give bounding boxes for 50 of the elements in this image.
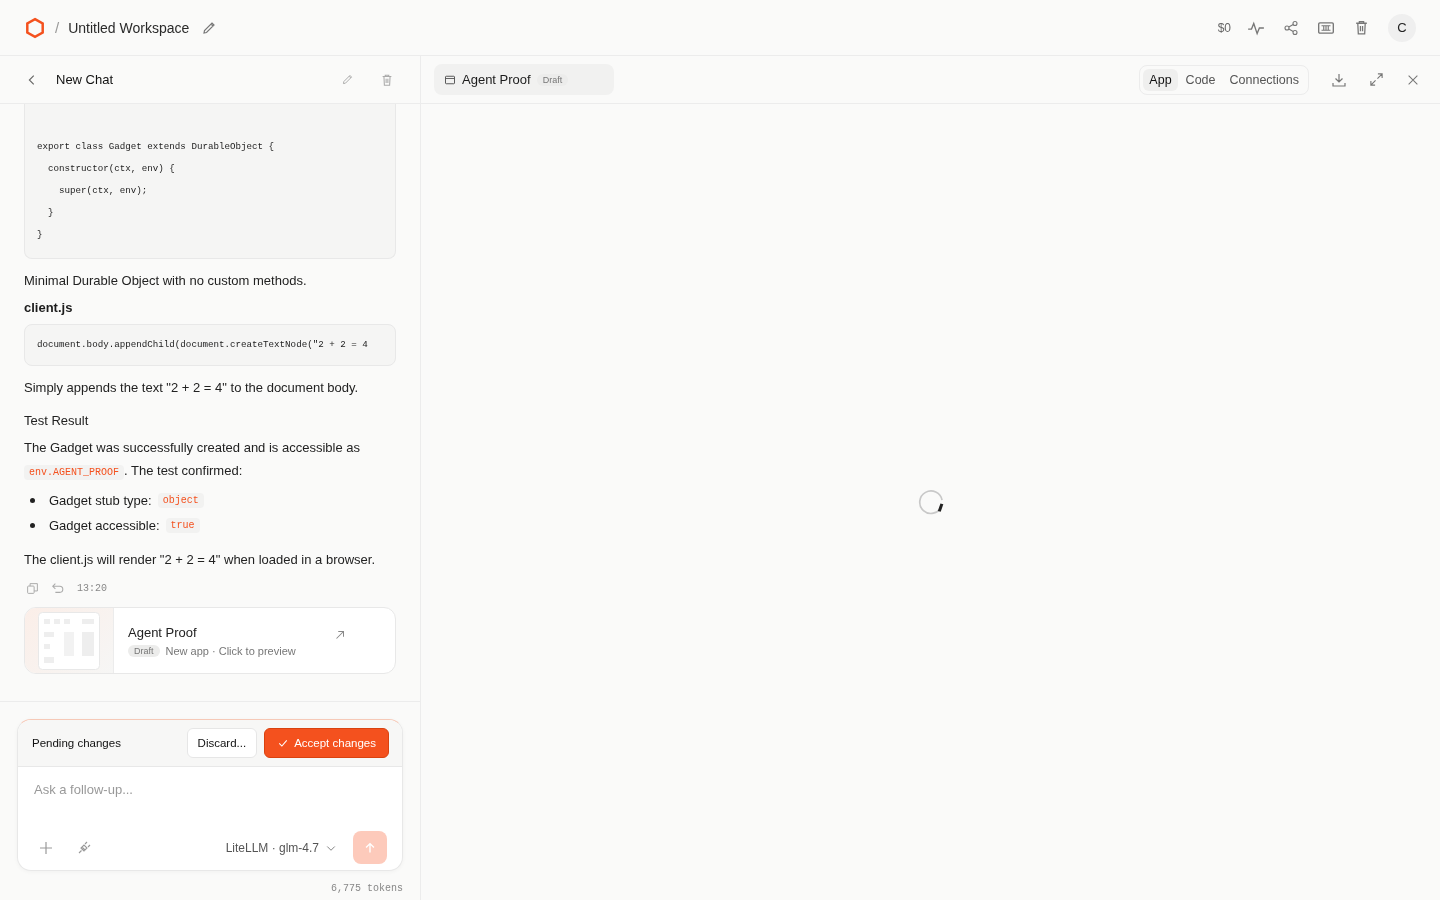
draft-badge: Draft (536, 73, 569, 86)
view-tab[interactable]: App (1143, 68, 1178, 91)
plug-icon[interactable] (76, 839, 92, 856)
bullet-icon (30, 523, 35, 528)
message-input[interactable]: Ask a follow-up... (18, 767, 402, 825)
expand-icon[interactable] (1369, 72, 1384, 87)
token-count: 6,775 tokens (330, 883, 403, 894)
code-line: export class Gadget extends DurableObject { (37, 140, 276, 154)
code-line: } (37, 228, 44, 242)
app-preview-card[interactable]: Agent Proof Draft New app · Click to preview (24, 607, 396, 674)
file-heading: client.js (24, 300, 74, 315)
preview-title-tab[interactable]: Agent Proof Draft (434, 64, 614, 95)
model-selector[interactable]: LiteLLM · glm-4.7 (225, 840, 337, 855)
message-text: The Gadget was successfully created and is accessible as env.AGENT_PROOF . The test confirmed: (24, 439, 361, 482)
view-tab[interactable]: Code (1179, 68, 1222, 91)
arrow-up-icon (363, 840, 377, 855)
message-text: Minimal Durable Object with no custom methods. (24, 272, 308, 290)
hexagon-logo-icon[interactable] (24, 16, 46, 39)
message-text: The client.js will render "2 + 2 = 4" when loaded in a browser. (24, 551, 377, 569)
user-avatar[interactable]: C (1388, 13, 1416, 42)
trash-icon[interactable] (380, 72, 394, 87)
inline-code: true (165, 518, 200, 533)
list-item-label: Gadget stub type: (49, 493, 152, 508)
pending-label: Pending changes (32, 737, 121, 749)
draft-badge: Draft (128, 644, 160, 657)
inline-code: object (157, 493, 204, 508)
code-line: constructor(ctx, env) { (47, 162, 176, 176)
discard-button[interactable]: Discard... (186, 728, 258, 758)
bullet-icon (30, 498, 35, 503)
undo-icon[interactable] (51, 581, 65, 595)
composer-panel[interactable]: Pending changes Discard... Accept changes Ask a follow-up... LiteLLM · glm-4.7 (17, 719, 403, 871)
cost-label: $0 (1217, 20, 1231, 35)
window-icon (444, 73, 456, 86)
chat-title: New Chat (56, 72, 114, 87)
code-line: super(ctx, env); (58, 184, 149, 198)
breadcrumb-separator: / (55, 19, 60, 36)
app-title: Agent Proof (128, 624, 198, 640)
code-line: document.body.appendChild(document.createTextNode("2 + 2 = 4 (37, 338, 369, 352)
view-tab[interactable]: Connections (1223, 68, 1305, 91)
message-time: 13:20 (77, 582, 107, 594)
list-item-label: Gadget accessible: (49, 518, 160, 533)
section-heading: Test Result (24, 413, 90, 428)
trash-icon[interactable] (1353, 19, 1370, 36)
code-line: } (47, 206, 55, 220)
download-icon[interactable] (1331, 71, 1347, 88)
message-text: Simply appends the text "2 + 2 = 4" to the document body. (24, 379, 360, 397)
workspace-title[interactable]: Untitled Workspace (68, 19, 190, 36)
check-icon (277, 737, 290, 749)
share-icon[interactable] (1283, 19, 1299, 36)
app-subtitle: New app · Click to preview (165, 644, 296, 657)
